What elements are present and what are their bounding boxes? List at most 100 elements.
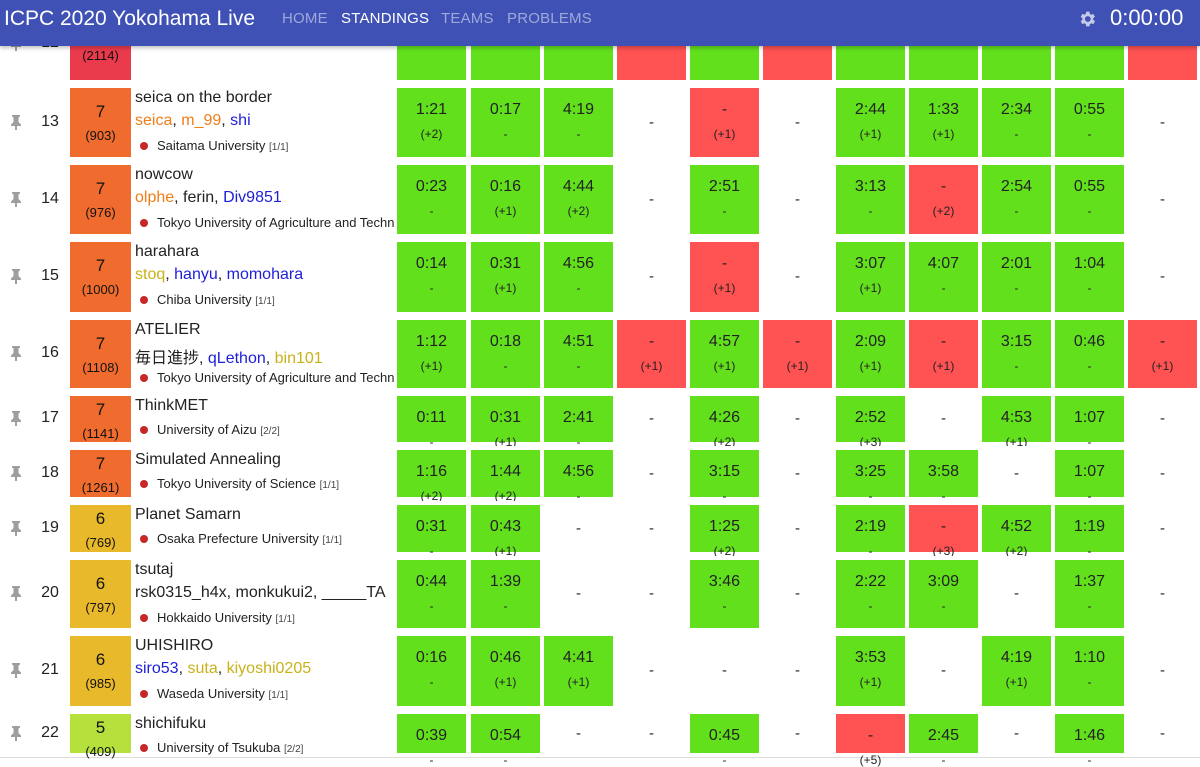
problem-cell-accepted[interactable]: 2:52 (+3) — [836, 396, 905, 449]
team-name[interactable]: seica on the border — [135, 89, 272, 107]
team-name[interactable]: Simulated Annealing — [135, 451, 281, 469]
problem-cell-accepted[interactable]: 0:11 - — [397, 396, 466, 449]
app-title[interactable]: ICPC 2020 Yokohama Live — [4, 7, 255, 31]
problem-cell-accepted[interactable]: 0:39 - — [397, 714, 466, 767]
problem-cell-accepted[interactable]: 4:41 (+1) — [544, 636, 613, 706]
problem-cell-accepted[interactable]: 1:04 - — [1055, 242, 1124, 312]
problem-cell-accepted[interactable]: 3:15 - — [982, 320, 1051, 388]
problem-cell-accepted[interactable]: 4:19 - — [544, 88, 613, 157]
member-name[interactable]: olphe — [135, 189, 174, 206]
member-name[interactable]: bin101 — [275, 350, 323, 367]
problem-cell-accepted[interactable]: 0:31 - — [397, 505, 466, 558]
pin-icon[interactable] — [9, 114, 23, 130]
member-name[interactable]: qLethon — [208, 350, 266, 367]
pin-icon[interactable] — [9, 662, 23, 678]
team-name[interactable]: UHISHIRO — [135, 637, 213, 655]
problem-cell-accepted[interactable]: 4:07 - — [909, 242, 978, 312]
problem-cell-accepted[interactable]: 1:33 (+1) — [909, 88, 978, 157]
team-name[interactable]: Planet Samarn — [135, 506, 241, 524]
member-name[interactable]: kiyoshi0205 — [227, 660, 312, 677]
problem-cell-accepted[interactable]: 4:53 (+1) — [982, 396, 1051, 449]
problem-cell-accepted[interactable]: 4:26 (+2) — [690, 396, 759, 449]
problem-cell-accepted[interactable]: 3:58 - — [909, 450, 978, 503]
team-name[interactable]: ThinkMET — [135, 397, 208, 415]
problem-cell-accepted[interactable]: 1:39 - — [471, 560, 540, 628]
problem-cell-accepted[interactable]: 0:54 - — [471, 714, 540, 767]
problem-cell-accepted[interactable]: 0:16 - — [397, 636, 466, 706]
problem-cell-accepted[interactable]: 2:44 (+1) — [836, 88, 905, 157]
team-name[interactable]: harahara — [135, 243, 199, 261]
problem-cell-accepted[interactable]: 1:07 - — [1055, 450, 1124, 503]
team-name[interactable]: tsutaj — [135, 561, 173, 579]
problem-cell-accepted[interactable]: 4:57 (+1) — [690, 320, 759, 388]
problem-cell-accepted[interactable]: 0:46 (+1) — [471, 636, 540, 706]
problem-cell-accepted[interactable]: 4:19 (+1) — [982, 636, 1051, 706]
problem-cell-accepted[interactable]: 0:31 (+1) — [471, 242, 540, 312]
problem-cell-accepted[interactable]: 0:14 - — [397, 242, 466, 312]
problem-cell-accepted[interactable]: 2:19 - — [836, 505, 905, 558]
member-name[interactable]: stoq — [135, 266, 165, 283]
member-name[interactable]: shi — [230, 112, 250, 129]
member-name[interactable]: _____TA — [322, 584, 386, 601]
problem-cell-accepted[interactable]: 3:07 (+1) — [836, 242, 905, 312]
problem-cell-accepted[interactable]: 1:37 - — [1055, 560, 1124, 628]
problem-cell-rejected[interactable]: - (+1) — [690, 242, 759, 312]
problem-cell-accepted[interactable]: 3:53 (+1) — [836, 636, 905, 706]
problem-cell-accepted[interactable]: 0:31 (+1) — [471, 396, 540, 449]
problem-cell-accepted[interactable]: 4:52 (+2) — [982, 505, 1051, 558]
member-name[interactable]: siro53 — [135, 660, 179, 677]
problem-cell-accepted[interactable]: 2:45 - — [909, 714, 978, 767]
pin-icon[interactable] — [9, 191, 23, 207]
pin-icon[interactable] — [9, 520, 23, 536]
problem-cell-accepted[interactable]: 3:15 - — [690, 450, 759, 503]
gear-icon[interactable] — [1077, 9, 1097, 29]
problem-cell-rejected[interactable]: - (+1) — [1128, 320, 1197, 388]
problem-cell-accepted[interactable]: 3:46 - — [690, 560, 759, 628]
member-name[interactable]: seica — [135, 112, 172, 129]
problem-cell-accepted[interactable]: 1:21 (+2) — [397, 88, 466, 157]
pin-icon[interactable] — [9, 585, 23, 601]
problem-cell-accepted[interactable]: 1:25 (+2) — [690, 505, 759, 558]
problem-cell-rejected[interactable]: - (+3) — [909, 505, 978, 558]
pin-icon[interactable] — [9, 268, 23, 284]
problem-cell-accepted[interactable]: 0:17 - — [471, 88, 540, 157]
pin-icon[interactable] — [9, 410, 23, 426]
problem-cell-accepted[interactable]: 0:55 - — [1055, 88, 1124, 157]
problem-cell-accepted[interactable]: 2:01 - — [982, 242, 1051, 312]
problem-cell-accepted[interactable]: 4:51 - — [544, 320, 613, 388]
problem-cell-accepted[interactable]: 1:16 (+2) — [397, 450, 466, 503]
problem-cell-accepted[interactable]: 0:43 (+1) — [471, 505, 540, 558]
pin-icon[interactable] — [9, 345, 23, 361]
member-name[interactable]: suta — [187, 660, 217, 677]
pin-icon[interactable] — [9, 465, 23, 481]
problem-cell-accepted[interactable]: 0:44 - — [397, 560, 466, 628]
problem-cell-rejected[interactable]: - (+1) — [763, 320, 832, 388]
problem-cell-accepted[interactable]: 0:23 - — [397, 165, 466, 234]
problem-cell-accepted[interactable]: 2:41 - — [544, 396, 613, 449]
member-name[interactable]: 毎日進捗 — [135, 350, 199, 367]
problem-cell-accepted[interactable]: 1:07 - — [1055, 396, 1124, 449]
nav-problems[interactable]: PROBLEMS — [507, 10, 592, 27]
problem-cell-accepted[interactable]: 4:56 - — [544, 450, 613, 503]
team-name[interactable]: ATELIER — [135, 321, 201, 339]
problem-cell-accepted[interactable]: 3:25 - — [836, 450, 905, 503]
problem-cell-accepted[interactable]: 2:09 (+1) — [836, 320, 905, 388]
nav-standings[interactable]: STANDINGS — [341, 10, 429, 27]
problem-cell-accepted[interactable]: 4:56 - — [544, 242, 613, 312]
nav-home[interactable]: HOME — [282, 10, 328, 27]
problem-cell-accepted[interactable]: 4:44 (+2) — [544, 165, 613, 234]
problem-cell-accepted[interactable]: 2:34 - — [982, 88, 1051, 157]
member-name[interactable]: hanyu — [174, 266, 218, 283]
problem-cell-accepted[interactable]: 1:44 (+2) — [471, 450, 540, 503]
problem-cell-accepted[interactable]: 1:12 (+1) — [397, 320, 466, 388]
problem-cell-rejected[interactable]: - (+1) — [909, 320, 978, 388]
member-name[interactable]: monkukui2 — [236, 584, 313, 601]
problem-cell-accepted[interactable]: 0:45 - — [690, 714, 759, 767]
nav-teams[interactable]: TEAMS — [441, 10, 494, 27]
member-name[interactable]: rsk0315_h4x — [135, 584, 227, 601]
problem-cell-accepted[interactable]: 0:46 - — [1055, 320, 1124, 388]
member-name[interactable]: m_99 — [181, 112, 221, 129]
problem-cell-accepted[interactable]: 1:19 - — [1055, 505, 1124, 558]
member-name[interactable]: ferin — [183, 189, 214, 206]
member-name[interactable]: Div9851 — [223, 189, 282, 206]
